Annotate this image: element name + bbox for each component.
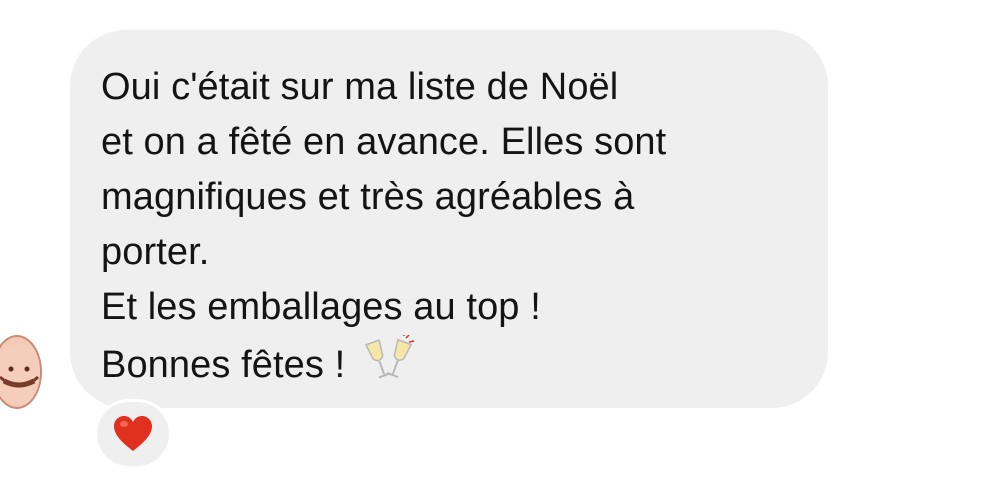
reaction-badge[interactable]	[94, 399, 172, 469]
message-line: et on a fêté en avance. Elles sont	[101, 121, 667, 163]
message-line: Et les emballages au top !	[101, 286, 541, 328]
message-line: Oui c'était sur ma liste de Noël	[101, 66, 619, 108]
clinking-glasses-icon	[364, 335, 415, 379]
message-bubble[interactable]: Oui c'était sur ma liste de Noël et on a…	[70, 30, 828, 408]
message-text: Bonnes fêtes !	[101, 344, 346, 386]
avatar-face-icon	[0, 344, 40, 404]
sender-avatar[interactable]	[0, 335, 42, 409]
message-line: magnifiques et très agréables à	[101, 176, 635, 218]
message-line-last: Bonnes fêtes !	[101, 335, 798, 393]
message-line: porter.	[101, 231, 210, 273]
heart-icon	[114, 416, 152, 451]
